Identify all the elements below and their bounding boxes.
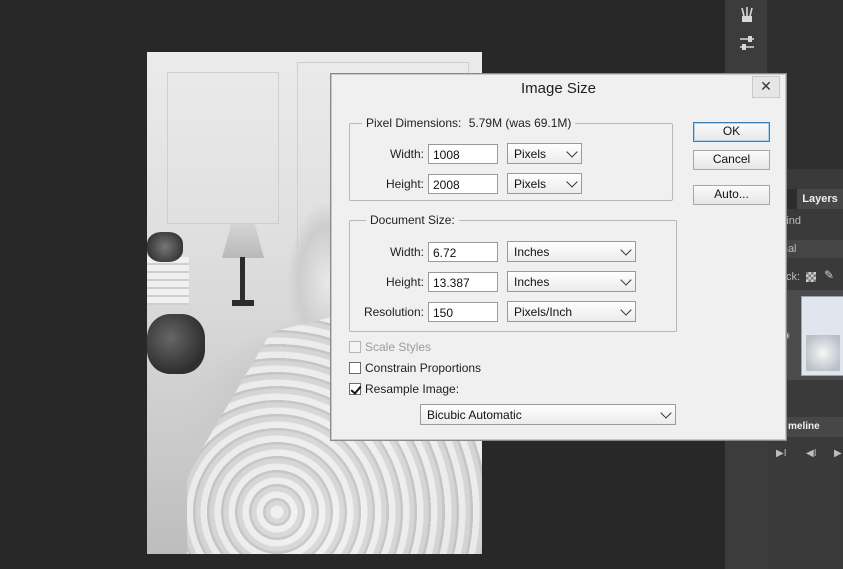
resample-image-label: Resample Image: (365, 382, 460, 396)
sliders-icon[interactable] (736, 34, 758, 56)
resolution-input[interactable]: 150 (428, 302, 498, 322)
scale-styles-checkbox[interactable] (349, 341, 361, 353)
tab-timeline[interactable]: meline (782, 417, 843, 437)
flower-arrangement (147, 232, 183, 262)
scale-styles-label: Scale Styles (365, 340, 432, 354)
pixel-width-label: Width: (389, 147, 424, 161)
resample-image-checkbox[interactable] (349, 383, 361, 395)
doc-height-unit: Inches (514, 275, 550, 289)
doc-height-label: Height: (385, 275, 424, 289)
ok-button[interactable]: OK (693, 122, 770, 142)
brush-icon[interactable]: ✎ (824, 268, 834, 282)
brushes-icon[interactable] (736, 6, 758, 28)
flower-bouquet (147, 314, 205, 374)
cancel-button[interactable]: Cancel (693, 150, 770, 170)
wall-panel (167, 72, 279, 224)
resolution-unit: Pixels/Inch (514, 305, 573, 319)
pixel-height-unit-select[interactable]: Pixels (507, 173, 582, 194)
doc-height-unit-select[interactable]: Inches (507, 271, 636, 292)
document-size-label: Document Size: (366, 213, 459, 227)
chevron-down-icon (620, 244, 632, 256)
go-to-first-frame-icon[interactable]: ▶I (776, 448, 786, 459)
lamp-base (232, 300, 254, 306)
pixel-dimensions-label: Pixel Dimensions: (366, 116, 462, 130)
close-icon[interactable]: ✕ (752, 76, 780, 98)
resample-method-select[interactable]: Bicubic Automatic (420, 404, 676, 425)
pixel-height-input[interactable]: 2008 (428, 174, 498, 194)
pixel-width-unit: Pixels (514, 147, 547, 161)
dialog-title: Image Size (520, 80, 597, 97)
constrain-proportions-checkbox[interactable] (349, 362, 361, 374)
pixel-height-unit: Pixels (514, 177, 547, 191)
layer-thumbnail (801, 296, 843, 376)
lamp-stem (240, 257, 245, 303)
doc-width-label: Width: (389, 245, 424, 259)
pixel-width-input[interactable]: 1008 (428, 144, 498, 164)
resample-method-value: Bicubic Automatic (427, 408, 522, 422)
pixel-width-unit-select[interactable]: Pixels (507, 143, 582, 164)
chevron-down-icon (620, 274, 632, 286)
doc-width-input[interactable]: 6.72 (428, 242, 498, 262)
resolution-unit-select[interactable]: Pixels/Inch (507, 301, 636, 322)
image-size-dialog: Image Size ✕ Pixel Dimensions: 5.79M (wa… (330, 73, 787, 441)
previous-frame-icon[interactable]: ◀I (806, 448, 816, 459)
doc-height-input[interactable]: 13.387 (428, 272, 498, 292)
lamp-shade (222, 224, 264, 258)
chevron-down-icon (566, 176, 578, 188)
pixel-dimensions-header: Pixel Dimensions: 5.79M (was 69.1M) (362, 116, 576, 130)
chevron-down-icon (566, 146, 578, 158)
doc-width-unit: Inches (514, 245, 550, 259)
chevron-down-icon (620, 304, 632, 316)
pixel-dimensions-summary: 5.79M (was 69.1M) (468, 116, 572, 130)
lock-transparency-icon[interactable] (806, 272, 816, 282)
resolution-label: Resolution: (363, 305, 424, 319)
constrain-proportions-label: Constrain Proportions (365, 361, 482, 375)
pixel-height-label: Height: (385, 177, 424, 191)
tab-layers[interactable]: Layers (797, 189, 843, 209)
auto-button[interactable]: Auto... (693, 185, 770, 205)
play-icon[interactable]: ▶ (834, 448, 842, 459)
side-cabinet (147, 257, 189, 305)
chevron-down-icon (660, 407, 672, 419)
doc-width-unit-select[interactable]: Inches (507, 241, 636, 262)
